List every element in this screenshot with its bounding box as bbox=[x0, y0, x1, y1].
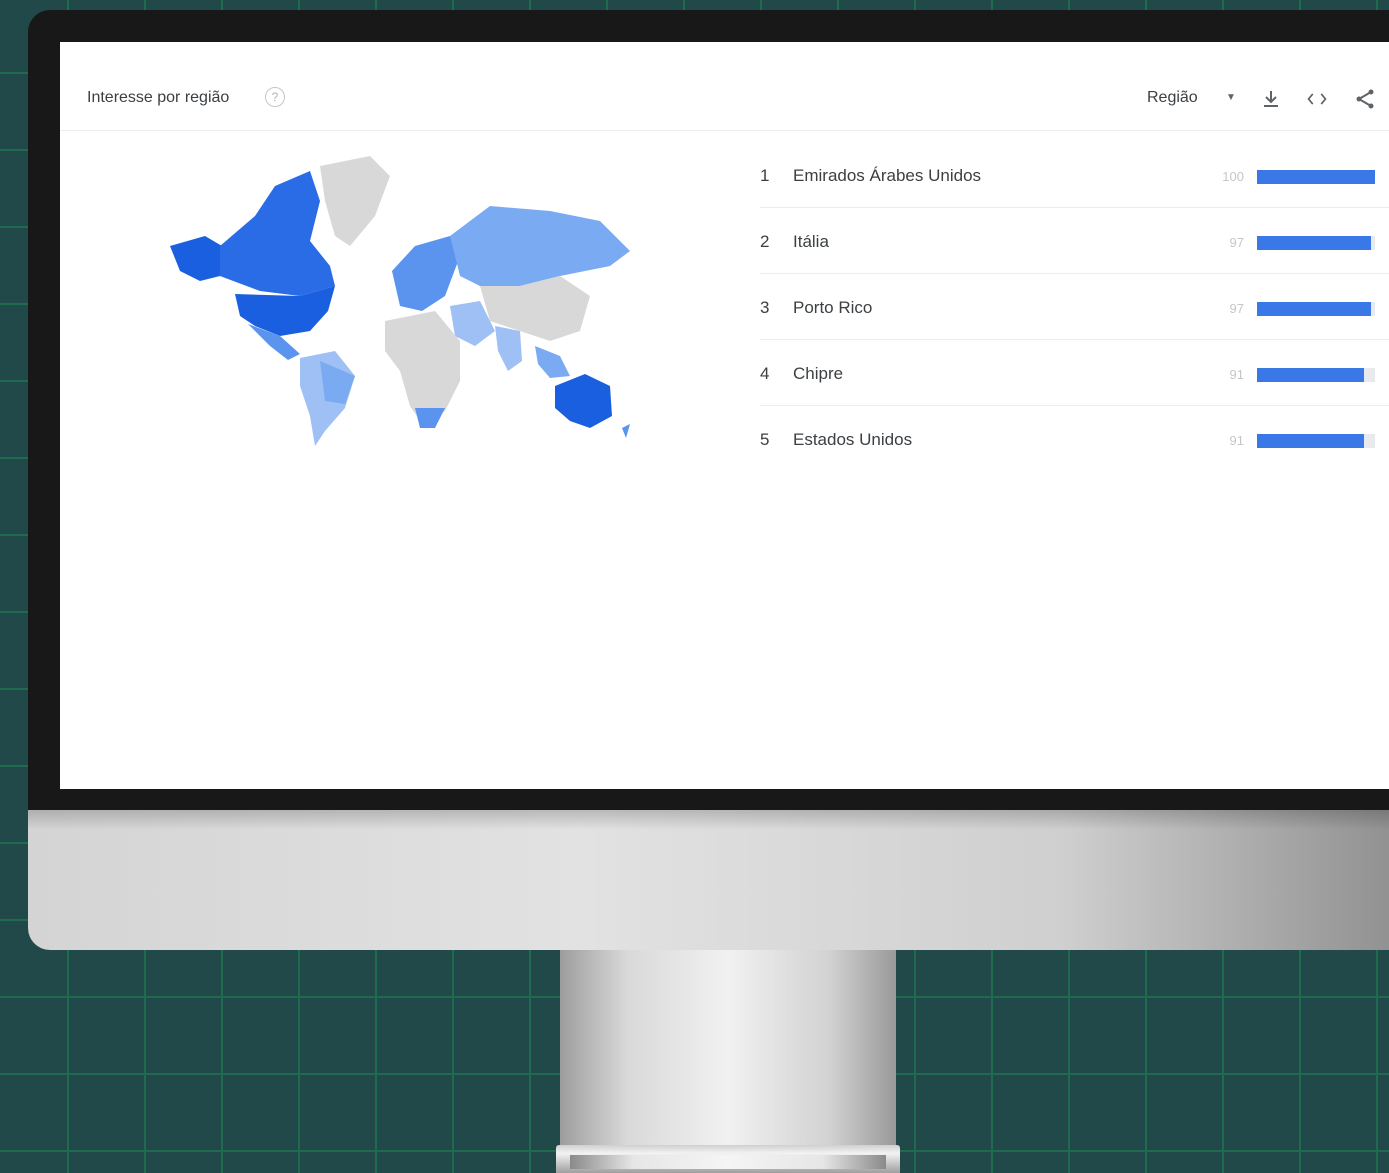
monitor-chin bbox=[28, 810, 1389, 950]
screen: Interesse por região ? Região ▼ 1 Emirad… bbox=[60, 42, 1389, 789]
row-score: 91 bbox=[1229, 367, 1244, 382]
table-row[interactable]: 4 Chipre 91 bbox=[760, 340, 1389, 406]
row-rank: 1 bbox=[760, 166, 770, 185]
row-country[interactable]: Chipre bbox=[793, 364, 843, 384]
row-score-bar bbox=[1257, 434, 1375, 448]
monitor-stand-foot bbox=[556, 1145, 900, 1173]
map-region-new-zealand[interactable] bbox=[622, 424, 630, 438]
monitor-frame: Interesse por região ? Região ▼ 1 Emirad… bbox=[28, 10, 1389, 950]
row-score-bar bbox=[1257, 236, 1375, 250]
monitor-stand-neck bbox=[560, 940, 896, 1155]
map-region-europe[interactable] bbox=[392, 236, 460, 311]
download-icon[interactable] bbox=[1260, 88, 1282, 110]
table-row[interactable]: 2 Itália 97 bbox=[760, 208, 1389, 274]
row-rank: 2 bbox=[760, 232, 770, 251]
row-score-bar bbox=[1257, 170, 1375, 184]
row-score-bar bbox=[1257, 368, 1375, 382]
map-region-se-asia[interactable] bbox=[535, 346, 570, 378]
row-score-bar bbox=[1257, 302, 1375, 316]
panel-title: Interesse por região bbox=[87, 89, 230, 106]
map-region-australia[interactable] bbox=[555, 374, 612, 428]
row-score-bar-fill bbox=[1257, 434, 1365, 448]
panel-header: Interesse por região ? Região ▼ bbox=[60, 42, 1389, 131]
map-region-south-africa[interactable] bbox=[415, 408, 445, 428]
embed-code-icon[interactable] bbox=[1306, 88, 1328, 110]
row-score-bar-fill bbox=[1257, 302, 1372, 316]
region-select[interactable]: Região bbox=[1147, 89, 1198, 107]
map-region-india[interactable] bbox=[495, 326, 522, 371]
map-region-russia[interactable] bbox=[450, 206, 630, 286]
world-map[interactable] bbox=[160, 146, 640, 446]
table-row[interactable]: 3 Porto Rico 97 bbox=[760, 274, 1389, 340]
table-row[interactable]: 1 Emirados Árabes Unidos 100 bbox=[760, 142, 1389, 208]
row-country[interactable]: Porto Rico bbox=[793, 298, 872, 318]
row-score-bar-fill bbox=[1257, 368, 1365, 382]
map-region-alaska[interactable] bbox=[170, 236, 222, 281]
row-score: 97 bbox=[1229, 301, 1244, 316]
table-row[interactable]: 5 Estados Unidos 91 bbox=[760, 406, 1389, 471]
row-country[interactable]: Emirados Árabes Unidos bbox=[793, 166, 981, 186]
map-region-canada[interactable] bbox=[220, 171, 335, 296]
row-country[interactable]: Estados Unidos bbox=[793, 430, 912, 450]
caret-down-icon[interactable]: ▼ bbox=[1226, 92, 1236, 103]
row-rank: 3 bbox=[760, 298, 770, 317]
row-rank: 5 bbox=[760, 430, 770, 449]
map-region-greenland[interactable] bbox=[320, 156, 390, 246]
row-score: 91 bbox=[1229, 433, 1244, 448]
row-score: 100 bbox=[1222, 169, 1244, 184]
row-country[interactable]: Itália bbox=[793, 232, 829, 252]
region-ranking-table: 1 Emirados Árabes Unidos 100 2 Itália 97 3 Port… bbox=[760, 142, 1389, 471]
row-rank: 4 bbox=[760, 364, 770, 383]
row-score-bar-fill bbox=[1257, 170, 1375, 184]
row-score: 97 bbox=[1229, 235, 1244, 250]
row-score-bar-fill bbox=[1257, 236, 1372, 250]
share-icon[interactable] bbox=[1354, 88, 1376, 110]
help-circle-icon[interactable]: ? bbox=[265, 87, 285, 107]
